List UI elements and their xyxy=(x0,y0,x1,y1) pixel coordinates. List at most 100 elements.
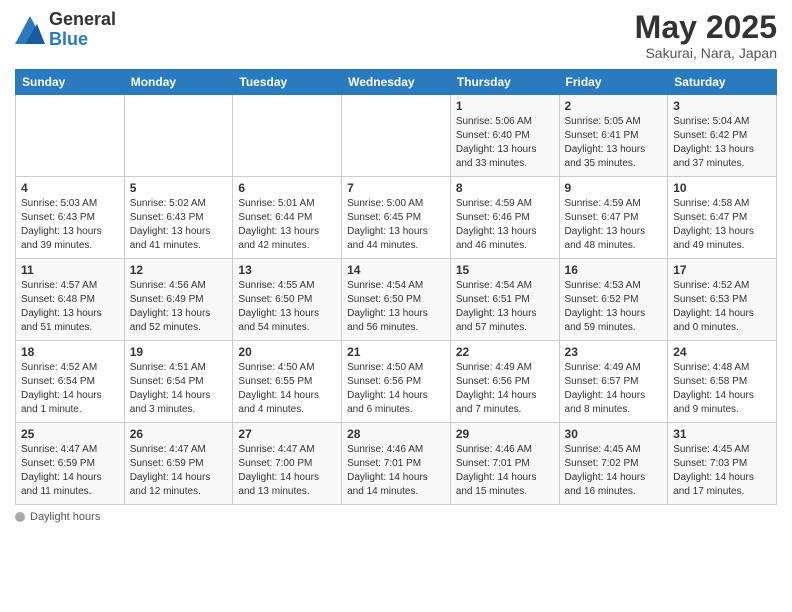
weekday-header-row: SundayMondayTuesdayWednesdayThursdayFrid… xyxy=(16,70,777,95)
day-info: Sunrise: 4:48 AM Sunset: 6:58 PM Dayligh… xyxy=(673,361,771,417)
day-info: Sunrise: 4:45 AM Sunset: 7:02 PM Dayligh… xyxy=(565,443,663,499)
day-number: 4 xyxy=(21,181,119,195)
day-number: 14 xyxy=(347,263,445,277)
day-info: Sunrise: 4:49 AM Sunset: 6:57 PM Dayligh… xyxy=(565,361,663,417)
day-number: 7 xyxy=(347,181,445,195)
calendar-cell: 9 Sunrise: 4:59 AM Sunset: 6:47 PM Daylig… xyxy=(559,177,668,259)
header: General Blue May 2025 Sakurai, Nara, Jap… xyxy=(15,10,777,61)
weekday-header-sunday: Sunday xyxy=(16,70,125,95)
calendar-cell: 31Sunrise: 4:45 AM Sunset: 7:03 PM Dayli… xyxy=(668,423,777,505)
day-number: 9 xyxy=(565,181,663,195)
daylight-legend: Daylight hours xyxy=(15,511,100,523)
calendar-cell: 3 Sunrise: 5:04 AM Sunset: 6:42 PM Daylig… xyxy=(668,95,777,177)
day-number: 15 xyxy=(456,263,554,277)
calendar-cell: 21 Sunrise: 4:50 AM Sunset: 6:56 PM Dayli… xyxy=(342,341,451,423)
calendar-cell: 27Sunrise: 4:47 AM Sunset: 7:00 PM Dayli… xyxy=(233,423,342,505)
day-info: Sunrise: 4:49 AM Sunset: 6:56 PM Dayligh… xyxy=(456,361,554,417)
calendar-cell: 15 Sunrise: 4:54 AM Sunset: 6:51 PM Dayli… xyxy=(450,259,559,341)
calendar-cell: 18 Sunrise: 4:52 AM Sunset: 6:54 PM Dayli… xyxy=(16,341,125,423)
day-info: Sunrise: 5:02 AM Sunset: 6:43 PM Dayligh… xyxy=(130,197,228,253)
calendar-cell xyxy=(342,95,451,177)
calendar-cell: 17 Sunrise: 4:52 AM Sunset: 6:53 PM Dayli… xyxy=(668,259,777,341)
calendar-cell: 6Sunrise: 5:01 AM Sunset: 6:44 PM Daylig… xyxy=(233,177,342,259)
calendar-cell: 4 Sunrise: 5:03 AM Sunset: 6:43 PM Daylig… xyxy=(16,177,125,259)
day-number: 18 xyxy=(21,345,119,359)
calendar-cell: 7 Sunrise: 5:00 AM Sunset: 6:45 PM Daylig… xyxy=(342,177,451,259)
weekday-header-friday: Friday xyxy=(559,70,668,95)
day-info: Sunrise: 4:50 AM Sunset: 6:56 PM Dayligh… xyxy=(347,361,445,417)
day-info: Sunrise: 4:47 AM Sunset: 6:59 PM Dayligh… xyxy=(130,443,228,499)
day-info: Sunrise: 5:01 AM Sunset: 6:44 PM Dayligh… xyxy=(238,197,336,253)
calendar-cell: 10Sunrise: 4:58 AM Sunset: 6:47 PM Dayli… xyxy=(668,177,777,259)
day-info: Sunrise: 4:51 AM Sunset: 6:54 PM Dayligh… xyxy=(130,361,228,417)
weekday-header-tuesday: Tuesday xyxy=(233,70,342,95)
day-info: Sunrise: 5:05 AM Sunset: 6:41 PM Dayligh… xyxy=(565,115,663,171)
calendar-cell: 28 Sunrise: 4:46 AM Sunset: 7:01 PM Dayli… xyxy=(342,423,451,505)
logo-general: General xyxy=(49,10,116,30)
calendar-cell: 29 Sunrise: 4:46 AM Sunset: 7:01 PM Dayli… xyxy=(450,423,559,505)
day-number: 27 xyxy=(238,427,336,441)
day-info: Sunrise: 5:03 AM Sunset: 6:43 PM Dayligh… xyxy=(21,197,119,253)
day-number: 29 xyxy=(456,427,554,441)
title-block: May 2025 Sakurai, Nara, Japan xyxy=(635,10,777,61)
calendar-cell: 13 Sunrise: 4:55 AM Sunset: 6:50 PM Dayli… xyxy=(233,259,342,341)
calendar-cell: 11 Sunrise: 4:57 AM Sunset: 6:48 PM Dayli… xyxy=(16,259,125,341)
month-year: May 2025 xyxy=(635,10,777,45)
calendar-cell: 19 Sunrise: 4:51 AM Sunset: 6:54 PM Dayli… xyxy=(124,341,233,423)
calendar-cell: 24 Sunrise: 4:48 AM Sunset: 6:58 PM Dayli… xyxy=(668,341,777,423)
logo-blue: Blue xyxy=(49,30,116,50)
calendar-cell: 26Sunrise: 4:47 AM Sunset: 6:59 PM Dayli… xyxy=(124,423,233,505)
calendar-cell: 25 Sunrise: 4:47 AM Sunset: 6:59 PM Dayli… xyxy=(16,423,125,505)
day-info: Sunrise: 4:55 AM Sunset: 6:50 PM Dayligh… xyxy=(238,279,336,335)
weekday-header-wednesday: Wednesday xyxy=(342,70,451,95)
daylight-label: Daylight hours xyxy=(30,511,100,523)
day-number: 21 xyxy=(347,345,445,359)
week-row-1: 1 Sunrise: 5:06 AM Sunset: 6:40 PM Daylig… xyxy=(16,95,777,177)
calendar-cell: 22 Sunrise: 4:49 AM Sunset: 6:56 PM Dayli… xyxy=(450,341,559,423)
calendar-cell: 23Sunrise: 4:49 AM Sunset: 6:57 PM Dayli… xyxy=(559,341,668,423)
day-info: Sunrise: 4:57 AM Sunset: 6:48 PM Dayligh… xyxy=(21,279,119,335)
day-number: 17 xyxy=(673,263,771,277)
logo-icon xyxy=(15,16,45,44)
day-number: 3 xyxy=(673,99,771,113)
day-number: 1 xyxy=(456,99,554,113)
calendar-cell: 1 Sunrise: 5:06 AM Sunset: 6:40 PM Daylig… xyxy=(450,95,559,177)
weekday-header-saturday: Saturday xyxy=(668,70,777,95)
calendar-cell xyxy=(233,95,342,177)
logo-text: General Blue xyxy=(49,10,116,50)
day-info: Sunrise: 4:52 AM Sunset: 6:54 PM Dayligh… xyxy=(21,361,119,417)
day-number: 2 xyxy=(565,99,663,113)
daylight-dot xyxy=(15,512,25,522)
day-info: Sunrise: 4:46 AM Sunset: 7:01 PM Dayligh… xyxy=(347,443,445,499)
day-number: 30 xyxy=(565,427,663,441)
day-number: 19 xyxy=(130,345,228,359)
calendar-cell: 30 Sunrise: 4:45 AM Sunset: 7:02 PM Dayli… xyxy=(559,423,668,505)
day-info: Sunrise: 4:54 AM Sunset: 6:50 PM Dayligh… xyxy=(347,279,445,335)
day-number: 24 xyxy=(673,345,771,359)
calendar-cell xyxy=(16,95,125,177)
day-number: 13 xyxy=(238,263,336,277)
weekday-header-monday: Monday xyxy=(124,70,233,95)
day-info: Sunrise: 5:04 AM Sunset: 6:42 PM Dayligh… xyxy=(673,115,771,171)
day-info: Sunrise: 4:59 AM Sunset: 6:47 PM Dayligh… xyxy=(565,197,663,253)
day-info: Sunrise: 4:47 AM Sunset: 6:59 PM Dayligh… xyxy=(21,443,119,499)
day-info: Sunrise: 4:52 AM Sunset: 6:53 PM Dayligh… xyxy=(673,279,771,335)
day-info: Sunrise: 4:50 AM Sunset: 6:55 PM Dayligh… xyxy=(238,361,336,417)
calendar-cell: 14 Sunrise: 4:54 AM Sunset: 6:50 PM Dayli… xyxy=(342,259,451,341)
day-info: Sunrise: 4:53 AM Sunset: 6:52 PM Dayligh… xyxy=(565,279,663,335)
location: Sakurai, Nara, Japan xyxy=(635,45,777,61)
week-row-5: 25 Sunrise: 4:47 AM Sunset: 6:59 PM Dayli… xyxy=(16,423,777,505)
day-number: 25 xyxy=(21,427,119,441)
day-number: 22 xyxy=(456,345,554,359)
day-info: Sunrise: 5:06 AM Sunset: 6:40 PM Dayligh… xyxy=(456,115,554,171)
day-info: Sunrise: 4:56 AM Sunset: 6:49 PM Dayligh… xyxy=(130,279,228,335)
day-number: 28 xyxy=(347,427,445,441)
calendar-cell xyxy=(124,95,233,177)
day-info: Sunrise: 4:46 AM Sunset: 7:01 PM Dayligh… xyxy=(456,443,554,499)
day-number: 11 xyxy=(21,263,119,277)
day-info: Sunrise: 4:54 AM Sunset: 6:51 PM Dayligh… xyxy=(456,279,554,335)
day-info: Sunrise: 5:00 AM Sunset: 6:45 PM Dayligh… xyxy=(347,197,445,253)
day-number: 20 xyxy=(238,345,336,359)
day-number: 8 xyxy=(456,181,554,195)
day-info: Sunrise: 4:59 AM Sunset: 6:46 PM Dayligh… xyxy=(456,197,554,253)
